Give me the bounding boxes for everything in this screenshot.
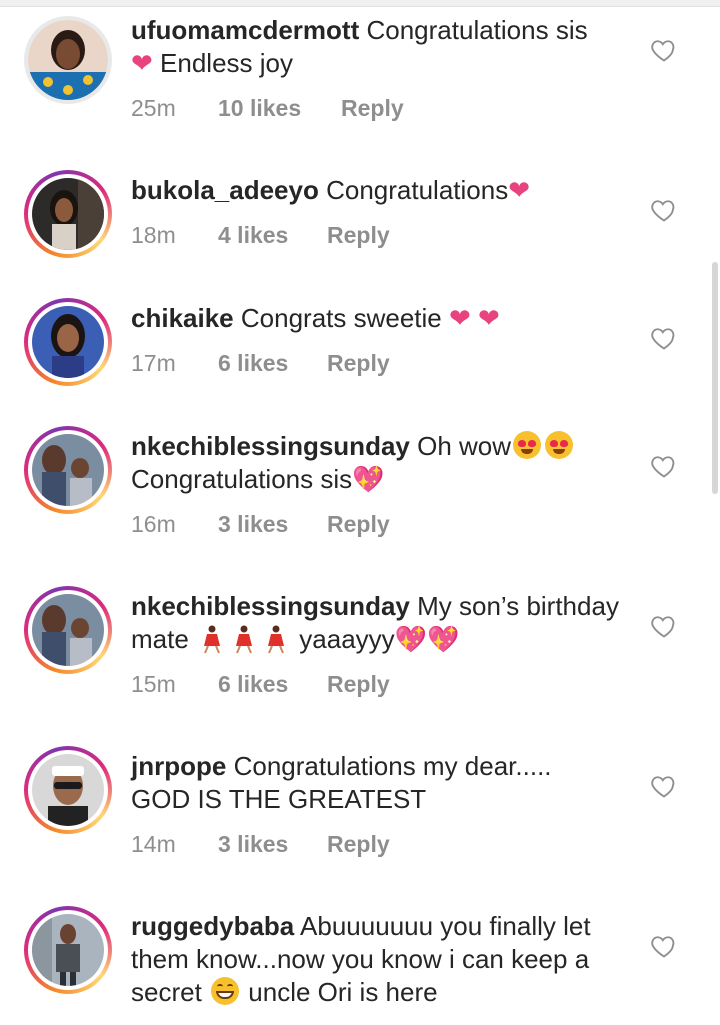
comment-text: jnrpope Congratulations my dear..... GOD…: [131, 750, 631, 816]
heart-outline-icon[interactable]: [650, 452, 678, 480]
likes-count[interactable]: 3 likes: [218, 510, 288, 538]
timestamp: 17m: [131, 350, 176, 376]
comment-text: nkechiblessingsunday My son’s birthday m…: [131, 590, 631, 656]
username[interactable]: chikaike: [131, 303, 234, 333]
timestamp: 15m: [131, 671, 176, 697]
username[interactable]: bukola_adeeyo: [131, 175, 319, 205]
heart-emoji: ❤: [131, 48, 153, 78]
avatar[interactable]: [24, 170, 112, 258]
heart-emoji: ❤ ❤: [449, 303, 500, 333]
dancer-emoji: [268, 625, 285, 654]
heart-outline-icon[interactable]: [650, 932, 678, 960]
avatar[interactable]: [24, 298, 112, 386]
sparkling-heart-emoji: 💖💖: [394, 624, 460, 654]
grinning-emoji: [211, 977, 240, 1005]
comment-body: Oh wow: [417, 431, 512, 461]
comment-body: them know...now you know i can keep a: [131, 944, 590, 974]
comment-body: Congrats sweetie: [240, 303, 442, 333]
comment-body: mate: [131, 624, 189, 654]
avatar[interactable]: [24, 746, 112, 834]
username[interactable]: ruggedybaba: [131, 911, 294, 941]
reply-button[interactable]: Reply: [327, 670, 390, 698]
comment-body: GOD IS THE GREATEST: [131, 784, 427, 814]
heart-eyes-emoji: [545, 431, 574, 459]
comment-text: ufuomamcdermott Congratulations sis ❤ En…: [131, 14, 631, 80]
comment-text: ruggedybaba Abuuuuuuu you finally let th…: [131, 910, 631, 1009]
reply-button[interactable]: Reply: [327, 221, 390, 249]
reply-button[interactable]: Reply: [327, 510, 390, 538]
username: jnrpope: [131, 751, 227, 781]
avatar[interactable]: [24, 906, 112, 994]
heart-outline-icon[interactable]: [650, 772, 678, 800]
heart-outline-icon[interactable]: [650, 196, 678, 224]
comment-body: Congratulations: [326, 175, 509, 205]
comment-text: bukola_adeeyo Congratulations❤: [131, 174, 631, 207]
reply-button[interactable]: Reply: [341, 94, 404, 122]
timestamp: 25m: [131, 95, 176, 121]
dancer-emoji: [204, 625, 221, 654]
username[interactable]: nkechiblessingsunday: [131, 431, 410, 461]
heart-outline-icon[interactable]: [650, 612, 678, 640]
comment-body: secret: [131, 977, 202, 1007]
reply-button[interactable]: Reply: [327, 830, 390, 858]
likes-count[interactable]: 4 likes: [218, 221, 288, 249]
likes-count[interactable]: 6 likes: [218, 349, 288, 377]
timestamp: 18m: [131, 222, 176, 248]
reply-button[interactable]: Reply: [327, 349, 390, 377]
username[interactable]: nkechiblessingsunday: [131, 591, 410, 621]
likes-count[interactable]: 10 likes: [218, 94, 301, 122]
username[interactable]: ufuomamcdermott: [131, 15, 359, 45]
comment-body: Congratulations sis: [366, 15, 588, 45]
comment-text: chikaike Congrats sweetie ❤ ❤: [131, 302, 631, 335]
timestamp: 14m: [131, 831, 176, 857]
likes-count[interactable]: 6 likes: [218, 670, 288, 698]
scrollbar[interactable]: [712, 262, 718, 494]
comment-body: Abuuuuuuu you finally let: [300, 911, 591, 941]
comment-body: yaaayyy: [299, 624, 395, 654]
comment-body: Endless joy: [160, 48, 293, 78]
heart-emoji: ❤: [508, 175, 531, 205]
comment-body: uncle Ori is here: [248, 977, 438, 1007]
heart-outline-icon[interactable]: [650, 324, 678, 352]
likes-count[interactable]: 3 likes: [218, 830, 288, 858]
comment-body: Congratulations sis: [131, 464, 353, 494]
avatar[interactable]: [24, 16, 112, 104]
avatar[interactable]: [24, 426, 112, 514]
comment-text: nkechiblessingsunday Oh wow Congratulati…: [131, 430, 631, 496]
heart-eyes-emoji: [513, 431, 542, 459]
comment-body: My son’s birthday: [417, 591, 619, 621]
sparkling-heart-emoji: 💖: [352, 464, 385, 494]
top-divider: [0, 0, 720, 7]
dancer-emoji: [236, 625, 253, 654]
avatar[interactable]: [24, 586, 112, 674]
timestamp: 16m: [131, 511, 176, 537]
comment-body: Congratulations my dear.....: [233, 751, 552, 781]
heart-outline-icon[interactable]: [650, 36, 678, 64]
